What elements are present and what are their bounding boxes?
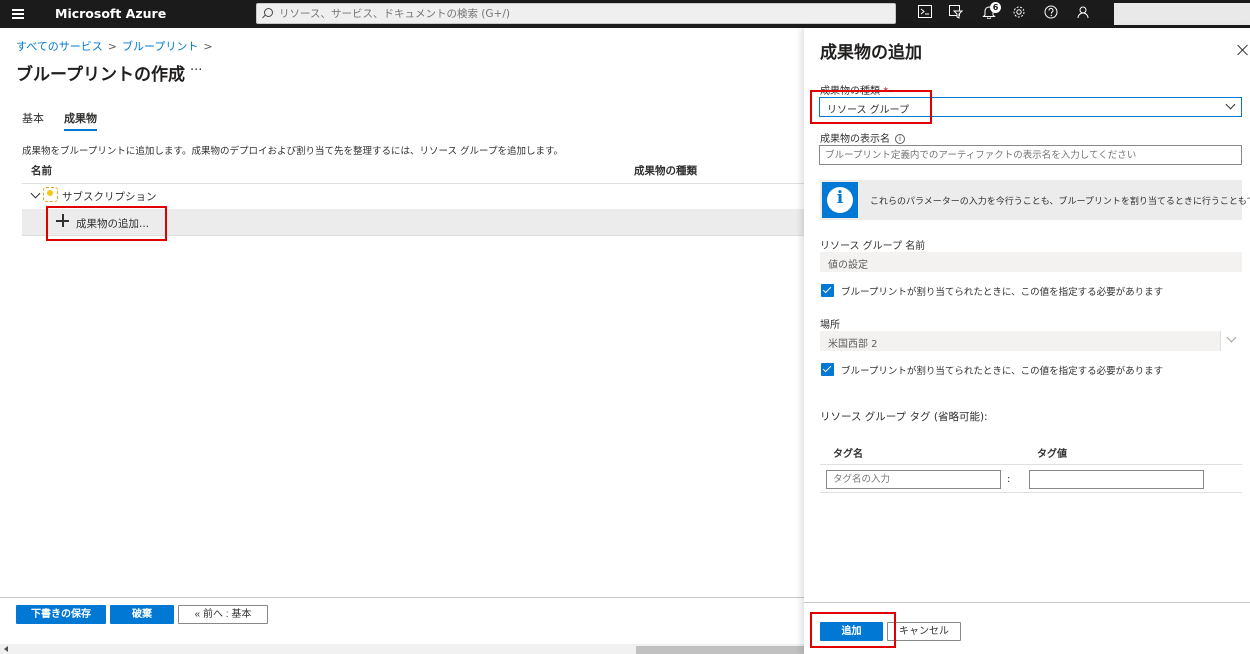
save-draft-button[interactable]: 下書きの保存 [16,605,106,624]
subscription-key-icon [43,187,58,202]
highlight-add-artifact [46,206,167,241]
chevron-down-icon [1225,99,1236,110]
tag-name-input[interactable] [826,470,1001,489]
tree-row-subscription[interactable]: サブスクリプション [22,185,802,207]
brand-title[interactable]: Microsoft Azure [55,6,166,21]
settings-gear-icon[interactable] [1010,5,1028,23]
location-checkbox-label: ブループリントが割り当てられたときに、この値を指定する必要があります [841,366,1164,377]
info-icon[interactable]: i [895,134,905,144]
column-header-name[interactable]: 名前 [31,163,52,178]
highlight-artifact-type [810,90,932,124]
menu-icon[interactable] [12,9,24,19]
feedback-icon[interactable] [1074,5,1092,23]
info-circle-icon: i [822,182,858,218]
rg-name-field[interactable]: 値の設定 [820,252,1242,272]
notifications-icon[interactable]: 6 [980,2,1001,23]
display-name-label: 成果物の表示名 i [820,130,905,145]
rg-name-value: 値の設定 [828,260,868,271]
scroll-left-icon[interactable] [4,646,8,652]
close-icon[interactable] [1237,44,1249,56]
breadcrumb-blueprints[interactable]: ブループリント [122,40,198,53]
rg-name-label: リソース グループ 名前 [820,241,926,252]
location-label: 場所 [820,320,840,331]
footer-divider [0,597,804,598]
scrollbar-thumb[interactable] [636,646,804,654]
cloud-shell-icon[interactable] [916,5,934,23]
page-title: ブループリントの作成 [16,65,185,85]
info-banner-text: これらのパラメーターの入力を今行うことも、ブループリントを割り当てるときに行うこ… [870,197,1250,207]
chevron-down-icon[interactable] [30,188,41,199]
tags-label: リソース グループ タグ (省略可能): [820,411,988,423]
rg-name-required-checkbox[interactable] [821,284,834,297]
subscription-label: サブスクリプション [62,191,157,203]
horizontal-scrollbar[interactable] [0,644,804,654]
help-icon[interactable] [1042,5,1060,23]
artifacts-description: 成果物をブループリントに追加します。成果物のデプロイおよび割り当て先を整理するに… [22,146,564,157]
info-banner: i これらのパラメーターの入力を今行うことも、ブループリントを割り当てるときに行… [820,180,1250,220]
chevron-down-icon [1226,332,1237,343]
column-header-artifact-type[interactable]: 成果物の種類 [634,163,697,178]
display-name-input[interactable] [819,145,1242,165]
discard-button[interactable]: 破棄 [110,605,174,624]
rg-name-checkbox-label: ブループリントが割り当てられたときに、この値を指定する必要があります [841,287,1164,298]
breadcrumb-separator-icon: > [107,40,118,53]
header-divider [22,183,804,184]
cancel-button[interactable]: キャンセル [887,622,961,641]
tab-basics[interactable]: 基本 [22,110,44,126]
tag-name-header: タグ名 [833,449,863,460]
highlight-add-button [810,612,896,648]
notification-badge: 6 [990,2,1001,13]
search-input[interactable] [279,4,879,23]
add-artifact-panel: 成果物の追加 成果物の種類 * リソース グループ 成果物の表示名i i これら… [804,28,1250,654]
panel-title: 成果物の追加 [820,43,922,63]
previous-button[interactable]: « 前へ : 基本 [178,605,268,624]
tag-value-header: タグ値 [1037,449,1067,460]
breadcrumb: すべてのサービス > ブループリント > [16,38,218,54]
global-search[interactable] [256,3,896,24]
panel-footer-divider [804,602,1250,603]
search-icon [264,8,273,17]
tags-row-divider [820,492,1242,493]
tag-separator: : [1007,474,1011,485]
location-dropdown-button[interactable] [1220,331,1242,351]
more-options-button[interactable]: ··· [190,63,202,78]
top-bar: Microsoft Azure 6 [0,0,1250,28]
tab-artifacts[interactable]: 成果物 [64,110,97,131]
breadcrumb-all-services[interactable]: すべてのサービス [16,40,103,53]
location-required-checkbox[interactable] [821,363,834,376]
account-avatar[interactable] [1114,3,1250,25]
location-value: 米国西部 2 [828,339,878,350]
tags-header-divider [820,464,1242,465]
display-name-label-text: 成果物の表示名 [820,134,890,145]
tag-value-input[interactable] [1029,470,1204,489]
location-select[interactable]: 米国西部 2 [820,331,1242,351]
breadcrumb-separator-icon: > [203,40,213,53]
directory-filter-icon[interactable] [947,5,965,23]
